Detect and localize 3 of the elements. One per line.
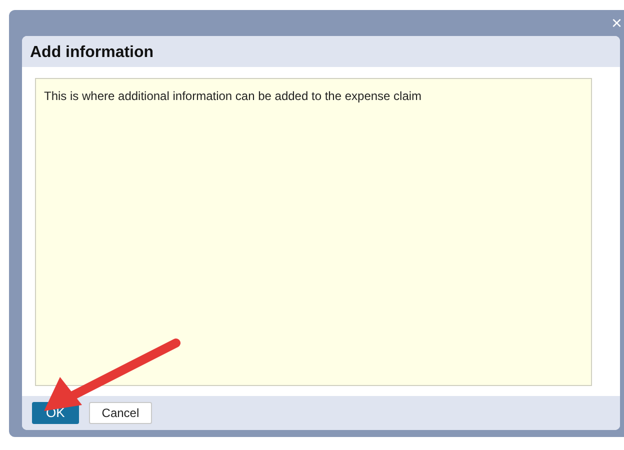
information-field[interactable]: This is where additional information can be added to the expense claim — [35, 78, 592, 386]
cancel-button[interactable]: Cancel — [88, 402, 152, 424]
dialog-title: Add information — [30, 44, 154, 61]
